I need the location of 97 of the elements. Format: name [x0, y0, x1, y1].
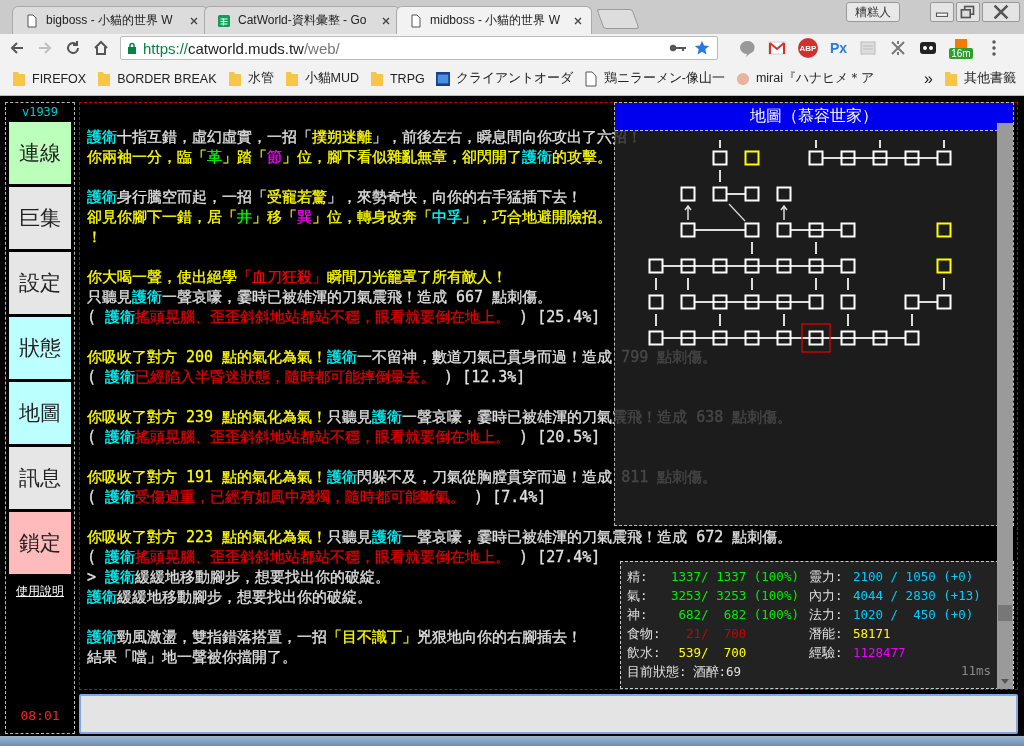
bookmark[interactable]: 小貓MUD	[284, 70, 359, 87]
bookmark[interactable]: 水管	[227, 70, 274, 87]
close-icon[interactable]	[381, 15, 391, 26]
log-line: 你大喝一聲，使出絕學「血刀狂殺」瞬間刀光籠罩了所有敵人！	[87, 267, 507, 287]
stat-label: 神:	[627, 606, 649, 624]
url-text: https://catworld.muds.tw/web/	[143, 39, 341, 57]
cross-icon[interactable]	[889, 39, 908, 57]
scrollbar-thumb[interactable]	[998, 605, 1012, 621]
sidebar-button[interactable]: 巨集	[9, 187, 71, 249]
close-icon[interactable]	[189, 15, 199, 26]
stat-value: 3253/ 3253 (100%)	[671, 587, 799, 605]
latency-label: 11ms	[960, 662, 991, 680]
stat-label: 內力:	[808, 587, 844, 605]
stat-value: 1337/ 1337 (100%)	[671, 568, 799, 586]
stat-label: 潛能:	[808, 625, 844, 643]
stat-value: 1020 / 450 (+0)	[852, 606, 974, 624]
star-icon[interactable]	[693, 40, 711, 56]
timer-badge: 16m	[949, 47, 973, 59]
more-bookmarks-button[interactable]: »	[924, 69, 933, 88]
sidebar-button[interactable]: 訊息	[9, 447, 71, 509]
folder-icon	[944, 70, 958, 87]
scrollbar[interactable]	[997, 123, 1013, 689]
log-line: 結果「噹」地一聲被你擋開了。	[87, 647, 297, 667]
bookmark[interactable]: 其他書籤	[944, 70, 1016, 87]
log-line: 卻見你腳下一錯，居「井」移「巽」位，轉身改奔「中孚」，巧合地避開險招。	[87, 207, 612, 227]
page-icon	[25, 13, 39, 28]
folder-icon	[227, 70, 242, 87]
stat-value: 2100 / 1050 (+0)	[852, 568, 974, 586]
log-line: 護衛緩緩地移動腳步，想要找出你的破綻。	[87, 587, 372, 607]
adblock-button[interactable]: ABP	[798, 38, 818, 58]
stat-value: 21/ 700	[685, 625, 747, 643]
mask-icon[interactable]	[919, 39, 938, 57]
version-label: v1939	[21, 105, 59, 119]
stat-value: 682/ 682 (100%)	[677, 606, 799, 624]
log-line: ( 護衛受傷過重，已經有如風中殘燭，隨時都可能斷氣。 ) [7.4%]	[87, 487, 547, 507]
stat-value: 1128477	[852, 644, 906, 662]
bookmark[interactable]: TRPG	[370, 70, 425, 87]
folder-icon	[370, 70, 384, 87]
log-line: > 護衛緩緩地移動腳步，想要找出你的破綻。	[87, 567, 391, 587]
sidebar-button[interactable]: 設定	[9, 252, 71, 314]
stat-label: 法力:	[808, 606, 844, 624]
clock-label: 08:01	[20, 708, 60, 723]
log-line: 護衛身行騰空而起，一招「受寵若驚」，來勢奇快，向你的右手猛插下去！	[87, 187, 582, 207]
scroll-down-icon[interactable]	[1000, 679, 1010, 685]
app-icon	[435, 70, 450, 87]
reload-icon[interactable]	[64, 39, 82, 57]
log-line: ( 護衛搖頭晃腦、歪歪斜斜地站都站不穩，眼看就要倒在地上。 ) [20.5%]	[87, 427, 601, 447]
address-bar[interactable]: https://catworld.muds.tw/web/	[120, 36, 718, 60]
stat-label: 經驗:	[808, 644, 844, 662]
folder-icon	[97, 70, 112, 87]
stat-value: 58171	[852, 625, 891, 643]
profile-button[interactable]: 糟糕人	[846, 2, 900, 22]
bookmark[interactable]: BORDER BREAK	[97, 70, 217, 87]
avatar-icon	[735, 70, 750, 87]
page-icon	[583, 70, 598, 87]
restore-icon[interactable]	[956, 2, 980, 22]
page-icon	[409, 13, 423, 28]
bookmark[interactable]: クライアントオーダ	[435, 70, 573, 87]
log-line: 只聽見護衛一聲哀嚎，霎時已被雄渾的刀氣震飛！造成 667 點刺傷。	[87, 287, 553, 307]
log-line: 你吸收了對方 223 點的氣化為氣！只聽見護衛一聲哀嚎，霎時已被雄渾的刀氣震飛！造成 672 點刺傷。	[87, 527, 793, 547]
log-line: 護衛勁風激盪，雙指錯落搭置，一招「目不識丁」兇狠地向你的右腳插去！	[87, 627, 582, 647]
stat-label: 目前狀態:	[627, 663, 687, 681]
minimize-icon[interactable]	[930, 2, 954, 22]
sidebar-button[interactable]: 地圖	[9, 382, 71, 444]
chat-bubble-icon[interactable]	[738, 39, 756, 57]
stat-label: 飲水:	[627, 644, 662, 662]
close-icon[interactable]	[982, 2, 1020, 22]
log-line: ！	[87, 227, 102, 247]
log-line: ( 護衛已經陷入半昏迷狀態，隨時都可能摔倒暈去。 ) [12.3%]	[87, 367, 526, 387]
stat-label: 精:	[627, 568, 649, 586]
log-line: ( 護衛搖頭晃腦、歪歪斜斜地站都站不穩，眼看就要倒在地上。 ) [25.4%]	[87, 307, 601, 327]
log-line: 你兩袖一分，臨「革」踏「節」位，腳下看似雜亂無章，卻閃開了護衛的攻擊。	[87, 147, 612, 167]
map-title: 地圖（慕容世家）	[615, 103, 1013, 131]
stat-value: 4044 / 2830 (+13)	[852, 587, 981, 605]
bookmark[interactable]: mirai『ハナヒメ＊ア	[735, 70, 874, 87]
extension-button[interactable]: Px	[830, 40, 848, 56]
home-icon[interactable]	[92, 39, 110, 57]
sidebar-button[interactable]: 狀態	[9, 317, 71, 379]
bookmark[interactable]: FIREFOX	[12, 70, 87, 87]
stat-value: 酒醉:69	[692, 663, 742, 681]
help-link[interactable]: 使用說明	[16, 583, 64, 600]
stat-value: 539/ 700	[677, 644, 747, 662]
sidebar-button[interactable]: 連線	[9, 122, 71, 184]
lock-icon	[127, 42, 137, 54]
stat-label: 氣:	[627, 587, 649, 605]
folder-icon	[284, 70, 299, 87]
browser-tab[interactable]: midboss - 小貓的世界 W	[396, 6, 592, 34]
log-line: ( 護衛搖頭晃腦、歪歪斜斜地站都站不穩，眼看就要倒在地上。 ) [27.4%]	[87, 547, 601, 567]
stat-label: 靈力:	[808, 568, 844, 586]
close-icon[interactable]	[573, 15, 583, 26]
sidebar-button[interactable]: 鎖定	[9, 512, 71, 574]
folder-icon	[12, 70, 26, 87]
bookmark[interactable]: 鶏ニラーメン-像山一	[583, 70, 725, 87]
mail-icon[interactable]	[768, 39, 786, 57]
spreadsheet-icon	[217, 13, 231, 28]
stat-label: 食物:	[627, 625, 662, 643]
command-input-field[interactable]	[79, 694, 1018, 734]
